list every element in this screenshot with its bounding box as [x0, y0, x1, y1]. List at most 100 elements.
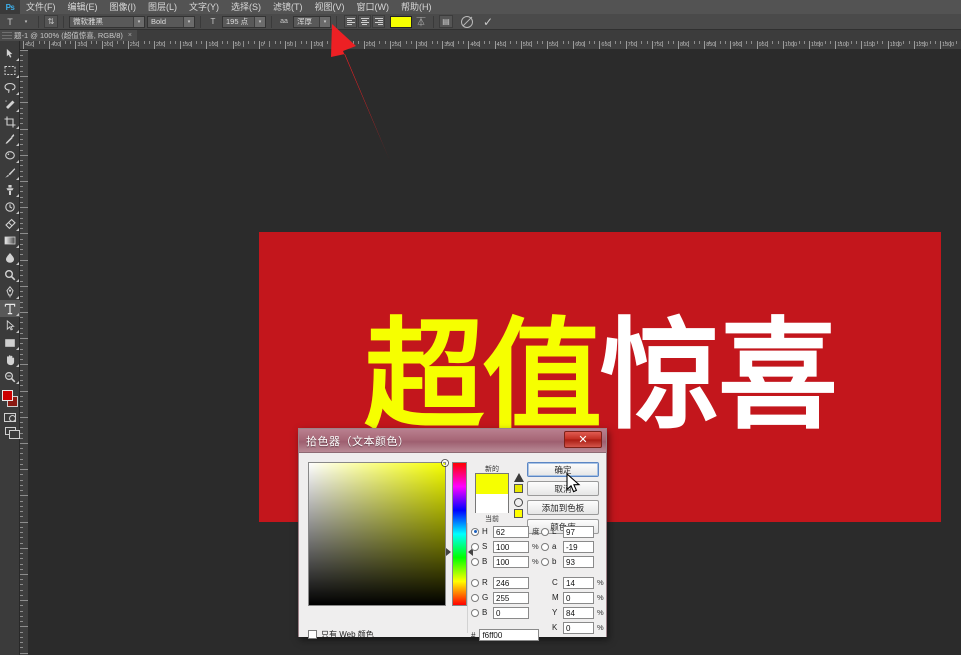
warp-text-icon[interactable]: ⏄ [414, 15, 428, 28]
hue-radio[interactable] [471, 527, 479, 536]
history-brush-tool[interactable] [0, 198, 20, 215]
saturation-radio[interactable] [471, 542, 479, 551]
ok-button[interactable]: 确定 [527, 462, 599, 477]
current-color-swatch[interactable] [476, 494, 508, 513]
color-field-marker[interactable] [442, 460, 448, 466]
field-row-a[interactable]: a -19 [541, 540, 609, 553]
text-color-swatch[interactable] [390, 15, 412, 28]
saturation-value-field[interactable] [308, 460, 448, 606]
blue-input[interactable]: 0 [493, 606, 529, 619]
hue-input[interactable]: 62 [493, 525, 529, 538]
hue-slider[interactable] [452, 462, 467, 606]
anti-alias-select[interactable]: 浑厚 ▾ [293, 15, 331, 28]
tool-preset-chevron-icon[interactable]: ▾ [19, 15, 33, 28]
menu-edit[interactable]: 编辑(E) [62, 0, 104, 14]
hand-tool[interactable] [0, 351, 20, 368]
gamut-safe-color-swatch[interactable] [514, 484, 523, 493]
b-input[interactable]: 93 [563, 555, 594, 568]
field-row-magenta[interactable]: M 0 % [541, 591, 609, 604]
align-right-button[interactable] [372, 15, 385, 28]
red-radio[interactable] [471, 578, 479, 587]
clone-stamp-tool[interactable] [0, 181, 20, 198]
zoom-tool[interactable] [0, 368, 20, 385]
field-row-black[interactable]: K 0 % [541, 621, 609, 634]
quick-selection-tool[interactable] [0, 96, 20, 113]
add-swatch-button[interactable]: 添加到色板 [527, 500, 599, 515]
cancel-edit-icon[interactable] [460, 15, 473, 28]
menu-select[interactable]: 选择(S) [225, 0, 267, 14]
document-tab-close-icon[interactable]: × [128, 32, 132, 39]
dialog-close-button[interactable]: ✕ [564, 431, 602, 448]
align-left-button[interactable] [344, 15, 357, 28]
web-only-row[interactable]: 只有 Web 颜色 [308, 629, 374, 640]
marquee-tool[interactable] [0, 62, 20, 79]
align-center-button[interactable] [358, 15, 371, 28]
web-safe-warning-icon[interactable] [514, 498, 523, 507]
cancel-button[interactable]: 取消 [527, 481, 599, 496]
anti-alias-chevron-down-icon[interactable]: ▾ [319, 16, 330, 27]
brightness-radio[interactable] [471, 557, 479, 566]
commit-edit-icon[interactable]: ✓ [483, 16, 493, 28]
lightness-radio[interactable] [541, 527, 549, 536]
font-size-chevron-down-icon[interactable]: ▾ [254, 16, 265, 27]
type-tool-icon[interactable]: T [3, 15, 17, 28]
hue-slider-handle-left-icon[interactable] [446, 548, 451, 556]
brightness-input[interactable]: 100 [493, 555, 529, 568]
green-input[interactable]: 255 [493, 591, 529, 604]
field-row-yellow[interactable]: Y 84 % [541, 606, 609, 619]
red-input[interactable]: 246 [493, 576, 529, 589]
move-tool[interactable] [0, 45, 20, 62]
blue-radio[interactable] [471, 608, 479, 617]
menu-layer[interactable]: 图层(L) [142, 0, 183, 14]
font-style-select[interactable]: Bold ▾ [147, 15, 195, 28]
a-radio[interactable] [541, 542, 549, 551]
eyedropper-tool[interactable] [0, 130, 20, 147]
pen-tool[interactable] [0, 283, 20, 300]
color-picker-dialog[interactable]: 拾色器（文本颜色） ✕ 新的 当前 确定 取消 添加到色板 H 62 度 S 1… [298, 428, 609, 641]
screen-mode-toggle[interactable] [0, 424, 20, 439]
black-input[interactable]: 0 [563, 621, 594, 634]
a-input[interactable]: -19 [563, 540, 594, 553]
horizontal-ruler[interactable]: 450 400 350 300 250 200 150 100 50 0 50 100 150 200 25… [20, 41, 961, 50]
gradient-tool[interactable] [0, 232, 20, 249]
cyan-input[interactable]: 14 [563, 576, 594, 589]
menu-filter[interactable]: 滤镜(T) [267, 0, 309, 14]
foreground-background-color[interactable] [0, 388, 20, 410]
menu-view[interactable]: 视图(V) [309, 0, 351, 14]
rectangle-tool[interactable] [0, 334, 20, 351]
foreground-color-swatch[interactable] [2, 390, 13, 401]
type-tool[interactable] [0, 300, 20, 317]
field-row-lightness[interactable]: L 97 [541, 525, 609, 538]
lightness-input[interactable]: 97 [563, 525, 594, 538]
web-only-checkbox[interactable] [308, 630, 317, 639]
hex-input[interactable]: f6ff00 [479, 629, 540, 641]
field-row-cyan[interactable]: C 14 % [541, 576, 609, 589]
menu-help[interactable]: 帮助(H) [395, 0, 438, 14]
web-safe-color-swatch[interactable] [514, 509, 523, 518]
quick-mask-toggle[interactable] [0, 410, 20, 424]
font-size-select[interactable]: 195 点 ▾ [222, 15, 266, 28]
spot-healing-tool[interactable] [0, 147, 20, 164]
font-style-chevron-down-icon[interactable]: ▾ [183, 16, 194, 27]
field-row-b[interactable]: b 93 [541, 555, 609, 568]
brush-tool[interactable] [0, 164, 20, 181]
dialog-title-bar[interactable]: 拾色器（文本颜色） ✕ [299, 429, 606, 453]
green-radio[interactable] [471, 593, 479, 602]
document-tab[interactable]: 题-1 @ 100% (超值惊喜, RGB/8) × [0, 30, 137, 41]
font-family-chevron-down-icon[interactable]: ▾ [133, 16, 144, 27]
magenta-input[interactable]: 0 [563, 591, 594, 604]
gamut-warning-icon[interactable] [514, 473, 524, 482]
font-family-select[interactable]: 微软雅黑 ▾ [69, 15, 145, 28]
path-selection-tool[interactable] [0, 317, 20, 334]
vertical-ruler[interactable] [20, 50, 29, 655]
dodge-tool[interactable] [0, 266, 20, 283]
lasso-tool[interactable] [0, 79, 20, 96]
saturation-input[interactable]: 100 [493, 540, 529, 553]
menu-type[interactable]: 文字(Y) [183, 0, 225, 14]
menu-file[interactable]: 文件(F) [20, 0, 62, 14]
eraser-tool[interactable] [0, 215, 20, 232]
text-orientation-icon[interactable]: ⇅ [44, 15, 58, 28]
blur-tool[interactable] [0, 249, 20, 266]
b-radio[interactable] [541, 557, 549, 566]
toggle-panels-icon[interactable]: ▤ [439, 15, 453, 28]
